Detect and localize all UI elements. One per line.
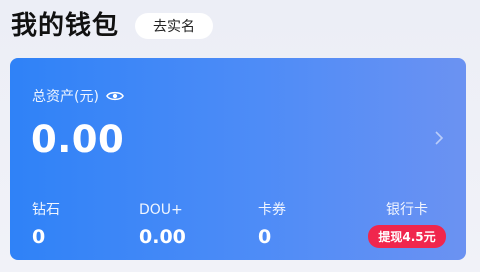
stat-coupons-value: 0 — [258, 226, 272, 248]
eye-icon[interactable] — [105, 89, 124, 103]
stat-coupons-label: 卡券 — [258, 202, 286, 218]
stat-coupons[interactable]: 卡券 0 — [258, 201, 286, 248]
stat-diamonds-value: 0 — [32, 226, 46, 248]
stat-diamonds[interactable]: 钻石 0 — [32, 201, 60, 248]
wallet-header: 我的钱包 去实名 — [11, 9, 214, 43]
stat-bank-card[interactable]: 银行卡 提现4.5元 — [362, 201, 452, 248]
withdraw-badge[interactable]: 提现4.5元 — [368, 225, 446, 248]
asset-stats: 钻石 0 DOU+ 0.00 卡券 0 银行卡 提现4.5元 — [10, 201, 466, 251]
assets-card[interactable]: 总资产(元) 0.00 钻石 0 DOU+ 0.00 卡券 0 银行卡 提现4.… — [10, 58, 466, 260]
chevron-right-icon[interactable] — [434, 130, 444, 146]
verify-identity-button[interactable]: 去实名 — [135, 13, 214, 39]
total-assets-label-row: 总资产(元) — [32, 86, 124, 106]
stat-dou-plus[interactable]: DOU+ 0.00 — [139, 201, 186, 248]
stat-dou-plus-value: 0.00 — [139, 226, 186, 248]
stat-diamonds-label: 钻石 — [32, 202, 60, 218]
total-assets-label: 总资产(元) — [32, 89, 99, 105]
stat-dou-plus-label: DOU+ — [139, 202, 183, 218]
page-title: 我的钱包 — [11, 11, 120, 41]
stat-bank-card-label: 银行卡 — [386, 202, 428, 218]
total-assets-value: 0.00 — [31, 118, 125, 161]
